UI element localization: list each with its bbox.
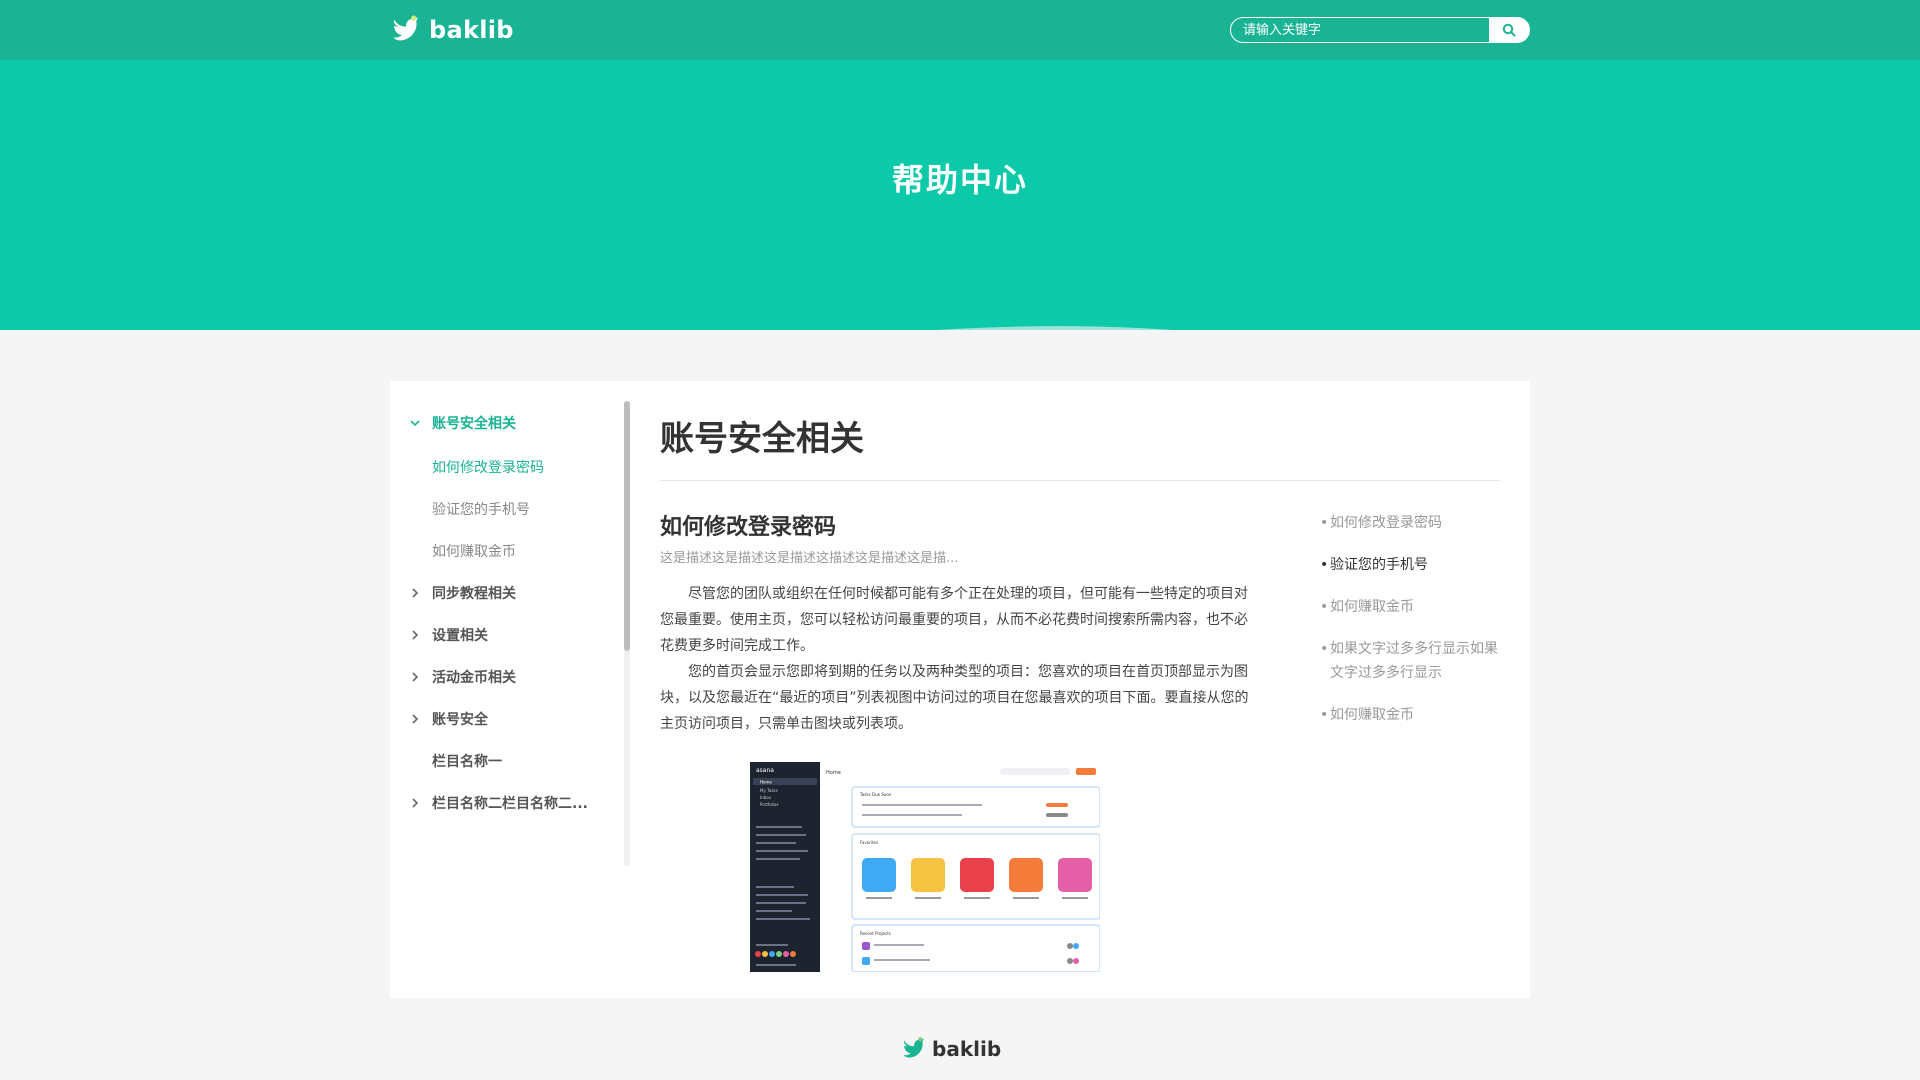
page-footer: baklib bbox=[0, 1022, 1920, 1080]
chevron-right-icon bbox=[406, 630, 424, 640]
bird-logo-icon bbox=[903, 1037, 924, 1058]
toc-item[interactable]: • 如果文字过多多行显示如果文字过多多行显示 bbox=[1320, 637, 1510, 685]
hero-banner: 帮助中心 bbox=[0, 60, 1920, 330]
sidebar-scrollbar-thumb[interactable] bbox=[624, 401, 630, 651]
article-paragraph: 尽管您的团队或组织在任何时候都可能有多个正在处理的项目，但可能有一些特定的项目对… bbox=[660, 586, 1248, 654]
chevron-right-icon bbox=[406, 798, 424, 808]
footer-logo[interactable]: baklib bbox=[900, 1035, 1001, 1063]
sidebar-item-column-one[interactable]: 栏目名称一 bbox=[406, 749, 502, 773]
toc-item-current[interactable]: • 验证您的手机号 bbox=[1320, 553, 1510, 577]
brand-name: baklib bbox=[429, 16, 514, 44]
sidebar-item-label: 栏目名称一 bbox=[432, 754, 502, 770]
article-title: 如何修改登录密码 bbox=[660, 515, 837, 540]
sidebar-subitem-earn-coins[interactable]: 如何赚取金币 bbox=[406, 539, 516, 563]
hero-wave bbox=[936, 326, 1174, 330]
top-navbar: baklib bbox=[0, 0, 1920, 60]
search-box bbox=[1230, 17, 1530, 43]
sidebar-subitem-verify-phone[interactable]: 验证您的手机号 bbox=[406, 497, 530, 521]
toc-item[interactable]: • 如何赚取金币 bbox=[1320, 703, 1510, 727]
sidebar-item-account-security[interactable]: 账号安全相关 bbox=[406, 411, 516, 435]
article-paragraph: 您的首页会显示您即将到期的任务以及两种类型的项目：您喜欢的项目在首页顶部显示为图… bbox=[660, 664, 1249, 732]
svg-text:Recent Projects: Recent Projects bbox=[860, 931, 891, 936]
screenshot-app-name: asana bbox=[756, 767, 774, 774]
brand-logo[interactable]: baklib bbox=[389, 12, 514, 48]
search-input[interactable] bbox=[1231, 18, 1489, 42]
chevron-down-icon bbox=[406, 419, 424, 427]
sidebar-item-label: 如何修改登录密码 bbox=[432, 460, 544, 476]
sidebar-subitem-change-password[interactable]: 如何修改登录密码 bbox=[406, 455, 544, 479]
sidebar-scrollbar[interactable] bbox=[624, 401, 630, 866]
toc-item[interactable]: • 如何修改登录密码 bbox=[1320, 511, 1510, 535]
sidebar-item-label: 验证您的手机号 bbox=[432, 502, 530, 518]
page-title: 账号安全相关 bbox=[660, 419, 864, 459]
svg-text:Home: Home bbox=[826, 770, 841, 776]
search-button[interactable] bbox=[1489, 18, 1529, 42]
sidebar-item-sync-tutorial[interactable]: 同步教程相关 bbox=[406, 581, 516, 605]
sidebar-item-label: 如何赚取金币 bbox=[432, 544, 516, 560]
sidebar-nav: 账号安全相关 如何修改登录密码 验证您的手机号 如何赚取金币 同步教程相关 设置… bbox=[406, 401, 606, 881]
sidebar-item-label: 账号安全相关 bbox=[432, 416, 516, 432]
content-card: 账号安全相关 如何修改登录密码 验证您的手机号 如何赚取金币 同步教程相关 设置… bbox=[390, 381, 1530, 998]
svg-text:Tasks Due Soon: Tasks Due Soon bbox=[859, 792, 892, 797]
sidebar-item-activity-coins[interactable]: 活动金币相关 bbox=[406, 665, 516, 689]
svg-text:Favorites: Favorites bbox=[860, 840, 878, 845]
sidebar-item-label: 活动金币相关 bbox=[432, 670, 516, 686]
svg-text:Inbox: Inbox bbox=[760, 795, 772, 800]
chevron-right-icon bbox=[406, 588, 424, 598]
title-divider bbox=[660, 480, 1500, 481]
search-icon bbox=[1502, 23, 1516, 37]
sidebar-item-label: 同步教程相关 bbox=[432, 586, 516, 602]
bird-logo-icon bbox=[393, 15, 418, 41]
sidebar-item-column-two[interactable]: 栏目名称二栏目名称二... bbox=[406, 791, 588, 815]
chevron-right-icon bbox=[406, 672, 424, 682]
footer-brand-name: baklib bbox=[932, 1037, 1002, 1061]
chevron-right-icon bbox=[406, 714, 424, 724]
toc-item[interactable]: • 如何赚取金币 bbox=[1320, 595, 1510, 619]
sidebar-item-settings[interactable]: 设置相关 bbox=[406, 623, 488, 647]
sidebar-item-label: 设置相关 bbox=[432, 628, 488, 644]
sidebar-item-label: 栏目名称二栏目名称二... bbox=[432, 796, 588, 812]
article-screenshot-image: asana Home My Tasks Inbox Portfolios Hom… bbox=[750, 762, 1100, 972]
sidebar-item-label: 账号安全 bbox=[432, 712, 488, 728]
sidebar-item-account[interactable]: 账号安全 bbox=[406, 707, 488, 731]
svg-text:Portfolios: Portfolios bbox=[760, 802, 779, 807]
svg-text:Home: Home bbox=[760, 780, 772, 785]
hero-title: 帮助中心 bbox=[891, 161, 1028, 199]
article-description: 这是描述这是描述这是描述这描述这是描述这是描... bbox=[660, 551, 959, 566]
svg-text:My Tasks: My Tasks bbox=[760, 788, 778, 793]
